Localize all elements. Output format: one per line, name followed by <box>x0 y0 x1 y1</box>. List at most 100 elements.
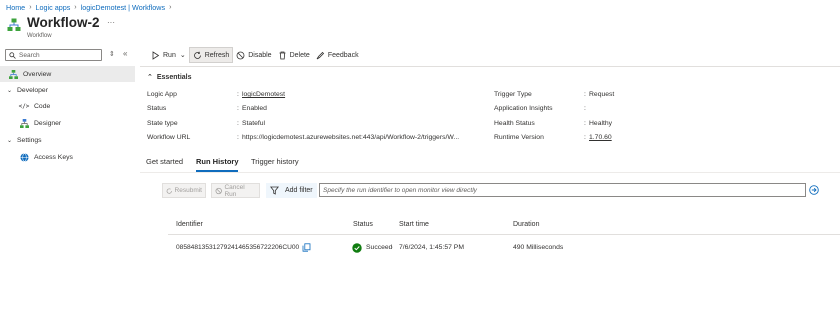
success-check-icon <box>352 243 362 253</box>
feedback-button[interactable]: Feedback <box>313 47 362 63</box>
expand-collapse-icon[interactable]: ⇕ <box>109 50 115 58</box>
more-options-button[interactable]: ··· <box>107 18 115 27</box>
divider <box>140 172 840 173</box>
essentials-title: Essentials <box>156 73 192 81</box>
colon: : <box>584 134 586 141</box>
essentials-value: Request <box>589 91 615 98</box>
run-identifier-field[interactable] <box>319 183 806 197</box>
code-icon: </> <box>18 102 30 110</box>
collapse-sidebar-icon[interactable]: « <box>123 49 127 58</box>
workflow-icon <box>8 69 18 79</box>
search-box[interactable] <box>5 49 102 61</box>
breadcrumb-separator: › <box>74 4 77 11</box>
sidebar-item-label: Access Keys <box>34 153 73 161</box>
status-cell <box>352 242 366 254</box>
colon: : <box>584 91 586 98</box>
search-icon <box>9 51 16 59</box>
essentials-label: Logic App <box>147 91 177 98</box>
essentials-value: Healthy <box>589 120 613 127</box>
breadcrumb-separator: › <box>29 4 32 11</box>
essentials-label: Application Insights <box>494 105 553 112</box>
sidebar-group-settings[interactable]: ⌄ Settings <box>0 132 135 148</box>
sidebar-item-label: Designer <box>34 119 62 127</box>
sidebar-group-developer[interactable]: ⌄ Developer <box>0 82 135 98</box>
sidebar-item-designer[interactable]: Designer <box>0 115 135 131</box>
essentials-label: Health Status <box>494 120 535 127</box>
tab-trigger-history[interactable]: Trigger history <box>251 157 299 166</box>
colon: : <box>237 120 239 127</box>
breadcrumb-logic-apps[interactable]: Logic apps <box>36 3 71 12</box>
resubmit-icon <box>166 187 172 194</box>
resubmit-button[interactable]: Resubmit <box>162 183 206 198</box>
run-identifier-link[interactable]: 08584813531279241465356722206CU00 <box>176 244 299 251</box>
essentials-label: Status <box>147 105 167 112</box>
column-header-status[interactable]: Status <box>353 221 373 228</box>
run-label: Run <box>163 51 176 59</box>
divider <box>140 66 840 67</box>
feedback-icon <box>316 51 324 59</box>
tab-run-history[interactable]: Run History <box>196 157 239 166</box>
copy-icon[interactable] <box>302 243 311 252</box>
refresh-label: Refresh <box>204 51 230 59</box>
disable-icon <box>236 51 245 59</box>
command-bar: Run ⌄ Refresh Disable Delete Feedback <box>148 47 362 63</box>
feedback-label: Feedback <box>327 51 359 59</box>
workflow-url-value[interactable]: https://logicdemotest.azurewebsites.net:… <box>242 134 459 141</box>
status-text: Succeede <box>366 244 393 251</box>
duration-cell: 490 Milliseconds <box>513 244 564 251</box>
play-icon <box>152 50 160 60</box>
colon: : <box>237 105 239 112</box>
colon: : <box>584 120 586 127</box>
disable-label: Disable <box>248 51 272 59</box>
cancel-run-label: Cancel Run <box>224 183 245 198</box>
chevron-down-icon: ⌄ <box>6 87 13 94</box>
refresh-icon <box>193 51 201 59</box>
add-filter-button[interactable]: Add filter <box>266 183 317 198</box>
column-header-identifier[interactable]: Identifier <box>176 221 203 228</box>
sidebar-item-label: Overview <box>23 70 52 78</box>
disable-button[interactable]: Disable <box>233 47 274 63</box>
add-filter-label: Add filter <box>285 187 313 194</box>
run-button[interactable]: Run ⌄ <box>148 47 189 63</box>
runtime-version-link[interactable]: 1.70.60 <box>589 134 612 141</box>
refresh-button[interactable]: Refresh <box>188 47 234 63</box>
colon: : <box>584 105 586 112</box>
breadcrumb-home[interactable]: Home <box>6 3 25 12</box>
page-title: Workflow-2 <box>27 15 100 30</box>
trash-icon <box>279 51 286 59</box>
essentials-value: Stateful <box>242 120 266 127</box>
delete-button[interactable]: Delete <box>275 47 313 63</box>
sidebar-item-code[interactable]: </> Code <box>0 98 135 114</box>
essentials-label: State type <box>147 120 178 127</box>
designer-icon <box>19 118 29 128</box>
column-header-duration[interactable]: Duration <box>513 221 539 228</box>
page-subtitle: Workflow <box>27 33 52 39</box>
sidebar-item-access-keys[interactable]: Access Keys <box>0 149 135 165</box>
sidebar-item-label: Settings <box>17 136 42 144</box>
chevron-up-icon: ⌃ <box>147 74 153 81</box>
cancel-run-button[interactable]: Cancel Run <box>211 183 260 198</box>
tab-get-started[interactable]: Get started <box>146 157 183 166</box>
sidebar-item-overview[interactable]: Overview <box>0 66 135 82</box>
essentials-toggle[interactable]: ⌃ Essentials <box>147 73 192 82</box>
filter-icon <box>270 186 279 195</box>
delete-label: Delete <box>289 51 310 59</box>
essentials-label: Workflow URL <box>147 134 191 141</box>
column-header-start-time[interactable]: Start time <box>399 221 429 228</box>
essentials-label: Runtime Version <box>494 134 544 141</box>
logic-app-link[interactable]: logicDemotest <box>242 91 285 98</box>
sidebar-item-label: Code <box>34 102 51 110</box>
breadcrumb-workflows[interactable]: logicDemotest | Workflows <box>81 3 165 12</box>
workflow-icon <box>7 18 21 31</box>
cancel-icon <box>215 187 222 194</box>
start-time-cell: 7/6/2024, 1:45:57 PM <box>399 244 464 251</box>
resubmit-label: Resubmit <box>174 187 202 194</box>
globe-icon <box>19 152 29 162</box>
arrow-right-circle-icon[interactable] <box>809 185 819 195</box>
search-input[interactable] <box>19 51 99 59</box>
essentials-value: Enabled <box>242 105 267 112</box>
breadcrumb: Home › Logic apps › logicDemotest | Work… <box>6 2 175 13</box>
essentials-label: Trigger Type <box>494 91 532 98</box>
run-identifier-input[interactable] <box>323 186 801 194</box>
chevron-down-icon: ⌄ <box>6 137 13 144</box>
